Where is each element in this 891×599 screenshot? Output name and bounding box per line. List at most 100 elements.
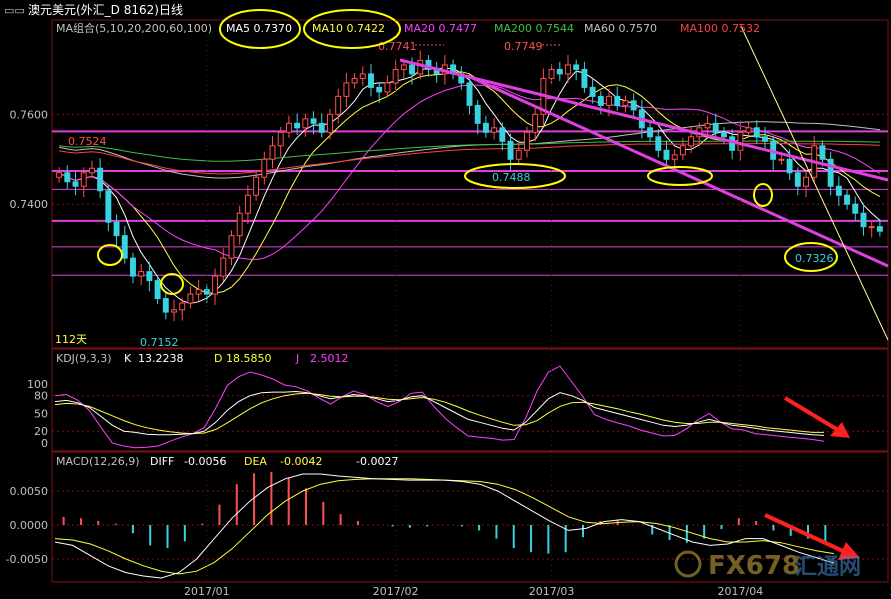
candle-body: [778, 158, 785, 161]
macd-y-tick: 0.0000: [10, 519, 49, 532]
macd-y-axis: 0.0050 0.0000 -0.0050: [6, 485, 48, 566]
kdj-y-tick: 0: [41, 437, 48, 450]
candle-body: [253, 176, 260, 196]
candle-body: [195, 289, 202, 295]
kdj-y-tick: 50: [34, 407, 48, 420]
candle-body: [852, 203, 859, 214]
candle-body: [138, 271, 145, 277]
candle-body: [482, 122, 489, 133]
legend-item: DIFF: [150, 455, 174, 468]
candle-body: [244, 194, 251, 214]
candle-body: [466, 82, 473, 106]
legend-item: -0.0056: [184, 455, 226, 468]
candle-body: [277, 131, 284, 147]
candle-body: [212, 275, 219, 295]
candle-body: [302, 118, 309, 129]
candle-body: [876, 226, 883, 232]
legend-item: 2.5012: [310, 352, 349, 365]
candle-body: [581, 68, 588, 88]
candle-body: [868, 226, 875, 229]
x-axis-label: 2017/04: [718, 585, 764, 598]
legend-item: MA组合(5,10,20,200,60,100): [56, 21, 212, 35]
legend-item: J: [295, 352, 299, 365]
candle-body: [220, 257, 227, 277]
candle-body: [97, 167, 104, 192]
candle-body: [64, 172, 71, 183]
candle-body: [409, 64, 416, 75]
watermark-logo-text: FX678: [708, 551, 800, 581]
candle-body: [704, 122, 711, 129]
x-axis-label: 2017/03: [529, 585, 575, 598]
title-bar: ▭▭ 澳元美元(外汇_D 8162)日线: [4, 3, 183, 17]
candle-body: [827, 158, 834, 187]
legend-item: -0.0042: [280, 455, 322, 468]
candle-body: [343, 82, 350, 97]
candle-body: [745, 127, 752, 133]
candle-body: [663, 149, 670, 160]
legend-item: DEA: [244, 455, 267, 468]
candle-body: [113, 221, 120, 237]
legend-item: MA5 0.7370: [226, 22, 292, 35]
price-annotation: 0.7488: [492, 171, 531, 184]
legend-item: -0.0027: [356, 455, 398, 468]
legend-item: 13.2238: [138, 352, 184, 365]
candle-body: [712, 122, 719, 133]
candle-body: [803, 176, 809, 187]
candle-body: [105, 190, 112, 223]
candle-body: [671, 154, 678, 160]
candle-body: [786, 158, 793, 174]
candle-body: [622, 100, 629, 106]
candle-body: [376, 86, 383, 93]
legend-item: D: [214, 352, 222, 365]
candle-body: [179, 302, 186, 311]
candle-body: [384, 82, 391, 93]
candle-body: [860, 212, 867, 228]
candle-body: [491, 127, 498, 133]
candle-body: [762, 136, 768, 142]
price-y-tick: 0.7600: [10, 108, 49, 121]
price-annotation: 0.7524: [68, 135, 107, 148]
price-annotation: 0.7152: [140, 336, 179, 349]
candle-body: [318, 122, 325, 133]
price-annotation: 0.7326: [795, 252, 834, 265]
legend-item: 18.5850: [226, 352, 272, 365]
candle-body: [647, 127, 654, 138]
candle-body: [474, 104, 481, 124]
candle-body: [269, 145, 276, 160]
kdj-y-tick: 80: [34, 390, 48, 403]
candle-body: [294, 122, 301, 129]
watermark-cn-text: 汇通网: [795, 555, 861, 580]
candle-body: [261, 158, 268, 178]
legend-item: MACD(12,26,9): [56, 455, 140, 468]
candle-body: [359, 73, 366, 79]
price-legend: MA组合(5,10,20,200,60,100) MA5 0.7370 MA10 0…: [56, 21, 760, 35]
candle-body: [88, 167, 95, 174]
candle-body: [844, 194, 851, 205]
candle-body: [335, 95, 342, 115]
candle-body: [310, 118, 317, 124]
candle-body: [597, 95, 604, 106]
legend-item: MA20 0.7477: [404, 22, 477, 35]
candle-body: [146, 271, 153, 282]
price-annotation: 0.7749: [504, 40, 543, 53]
candle-body: [499, 127, 506, 142]
candle-body: [835, 185, 842, 196]
candle-body: [351, 77, 358, 84]
candle-body: [614, 95, 621, 106]
forex-chart[interactable]: ▭▭ 澳元美元(外汇_D 8162)日线 0.7741 0.7749 0.7524 0…: [0, 0, 891, 599]
window-title: 澳元美元(外汇_D 8162)日线: [28, 3, 183, 17]
macd-y-tick: -0.0050: [6, 553, 48, 566]
candle-body: [630, 100, 637, 111]
period-label: 112天: [55, 333, 87, 346]
candle-body: [228, 235, 235, 259]
candle-body: [507, 140, 514, 160]
macd-y-tick: 0.0050: [10, 485, 49, 498]
candle-body: [679, 145, 686, 156]
candle-body: [720, 131, 727, 138]
price-annotation: 0.7741: [378, 40, 417, 53]
candle-body: [515, 149, 522, 160]
candle-body: [417, 59, 424, 75]
candle-body: [154, 280, 161, 300]
candle-body: [121, 235, 128, 259]
candle-body: [327, 113, 333, 133]
